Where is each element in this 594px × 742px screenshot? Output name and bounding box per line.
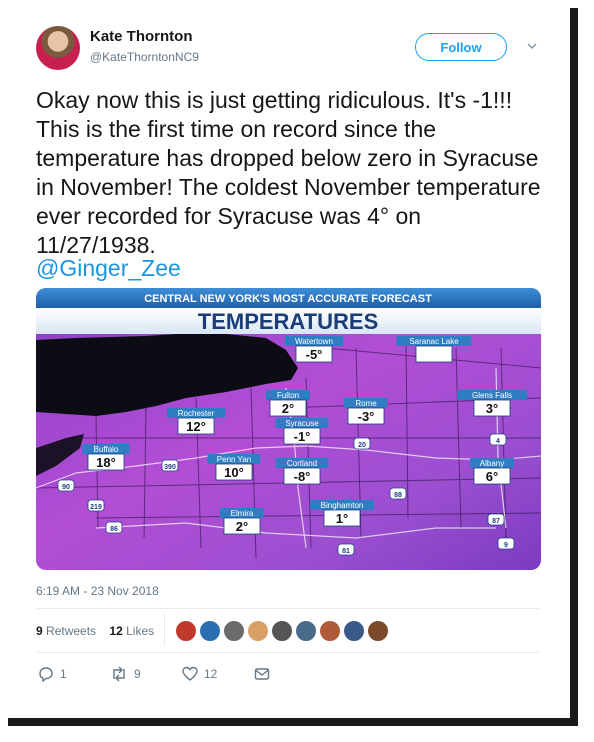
liker-avatar[interactable] [175,620,197,642]
map-city-temp: 1° [336,511,348,526]
retweets-count[interactable]: 9 [36,624,43,638]
liker-avatar[interactable] [319,620,341,642]
svg-text:9: 9 [504,542,508,549]
map-city-buffalo: Buffalo18° [82,444,130,471]
author-avatar[interactable] [36,26,80,70]
map-city-temp: 12° [186,419,206,434]
map-city-temp: -1° [294,429,311,444]
reply-count: 1 [60,667,67,681]
map-city-name: Elmira [231,509,254,518]
follow-button[interactable]: Follow [415,33,507,61]
map-city-fulton: Fulton2° [266,390,310,417]
map-city-name: Rome [355,399,377,408]
map-city-albany: Albany6° [470,458,514,485]
envelope-icon [254,668,270,680]
map-city-elmira: Elmira2° [220,508,264,535]
like-count: 12 [204,667,218,681]
divider [36,652,540,653]
tweet-timestamp[interactable]: 6:19 AM - 23 Nov 2018 [36,584,159,598]
reply-icon [39,667,53,682]
map-city-name: Saranac Lake [409,337,459,346]
map-city-name: Cortland [287,459,317,468]
svg-text:90: 90 [62,484,70,491]
svg-text:87: 87 [492,518,500,525]
map-city-name: Syracuse [285,419,319,428]
map-city-temp: -5° [306,347,323,362]
map-city-name: Binghamton [321,501,364,510]
tweet-text: Okay now this is just getting ridiculous… [36,87,541,258]
liker-avatar[interactable] [295,620,317,642]
map-city-temp: -8° [294,469,311,484]
reply-action[interactable]: 1 [38,666,67,682]
map-city-temp: 2° [236,519,248,534]
map-city-rome: Rome-3° [344,398,388,425]
map-city-name: Albany [480,459,504,468]
author-name[interactable]: Kate Thornton [90,28,193,45]
map-city-name: Buffalo [94,445,119,454]
weather-map-image[interactable]: CENTRAL NEW YORK'S MOST ACCURATE FORECAS… [36,288,541,570]
svg-text:20: 20 [358,442,366,449]
map-city-temp: 10° [224,465,244,480]
map-title: TEMPERATURES [198,309,379,334]
highway-shield: 88 [389,487,407,500]
liker-avatar[interactable] [367,620,389,642]
tweet-card: Kate Thornton @KateThorntonNC9 Follow Ok… [0,0,570,718]
retweet-action[interactable]: 9 [110,666,141,682]
map-city-name: Glens Falls [472,391,512,400]
map-city-temp: 6° [486,469,498,484]
liker-avatar[interactable] [247,620,269,642]
stats-separator [164,614,165,646]
likes-count[interactable]: 12 [109,624,122,638]
map-city-temp: 18° [96,455,116,470]
heart-icon [182,666,198,681]
svg-text:88: 88 [394,492,402,499]
svg-text:390: 390 [164,464,176,471]
svg-text:81: 81 [342,548,350,555]
svg-text:4: 4 [496,438,500,445]
map-city-temp: 3° [486,401,498,416]
map-city-temp: -3° [358,409,375,424]
likes-label[interactable]: Likes [126,624,154,638]
highway-shield: 9 [497,537,515,550]
svg-text:86: 86 [110,526,118,533]
highway-shield: 390 [161,459,179,472]
map-city-name: Watertown [295,337,333,346]
svg-text:219: 219 [90,504,102,511]
map-city-name: Penn Yan [217,455,251,464]
retweet-count: 9 [134,667,141,681]
highway-shield: 90 [57,479,75,492]
highway-shield: 4 [489,433,507,446]
engagement-stats: 9 Retweets 12 Likes [36,624,154,638]
map-city-temp: 2° [282,401,294,416]
chevron-down-icon[interactable] [526,40,538,52]
highway-shield: 81 [337,543,355,556]
retweets-label[interactable]: Retweets [46,624,96,638]
highway-shield: 20 [353,437,371,450]
liker-avatar[interactable] [199,620,221,642]
like-action[interactable]: 12 [182,666,217,682]
highway-shield: 87 [487,513,505,526]
liker-avatar[interactable] [343,620,365,642]
highway-shield: 86 [105,521,123,534]
message-action[interactable] [254,666,270,682]
retweet-icon [113,666,125,682]
map-city-name: Fulton [277,391,299,400]
mention-link[interactable]: @Ginger_Zee [36,255,181,282]
author-handle[interactable]: @KateThorntonNC9 [90,50,199,64]
map-city-name: Rochester [178,409,215,418]
divider [36,608,540,609]
liker-avatar[interactable] [223,620,245,642]
map-banner-text: CENTRAL NEW YORK'S MOST ACCURATE FORECAS… [144,293,432,305]
highway-shield: 219 [87,499,105,512]
liker-avatar[interactable] [271,620,293,642]
